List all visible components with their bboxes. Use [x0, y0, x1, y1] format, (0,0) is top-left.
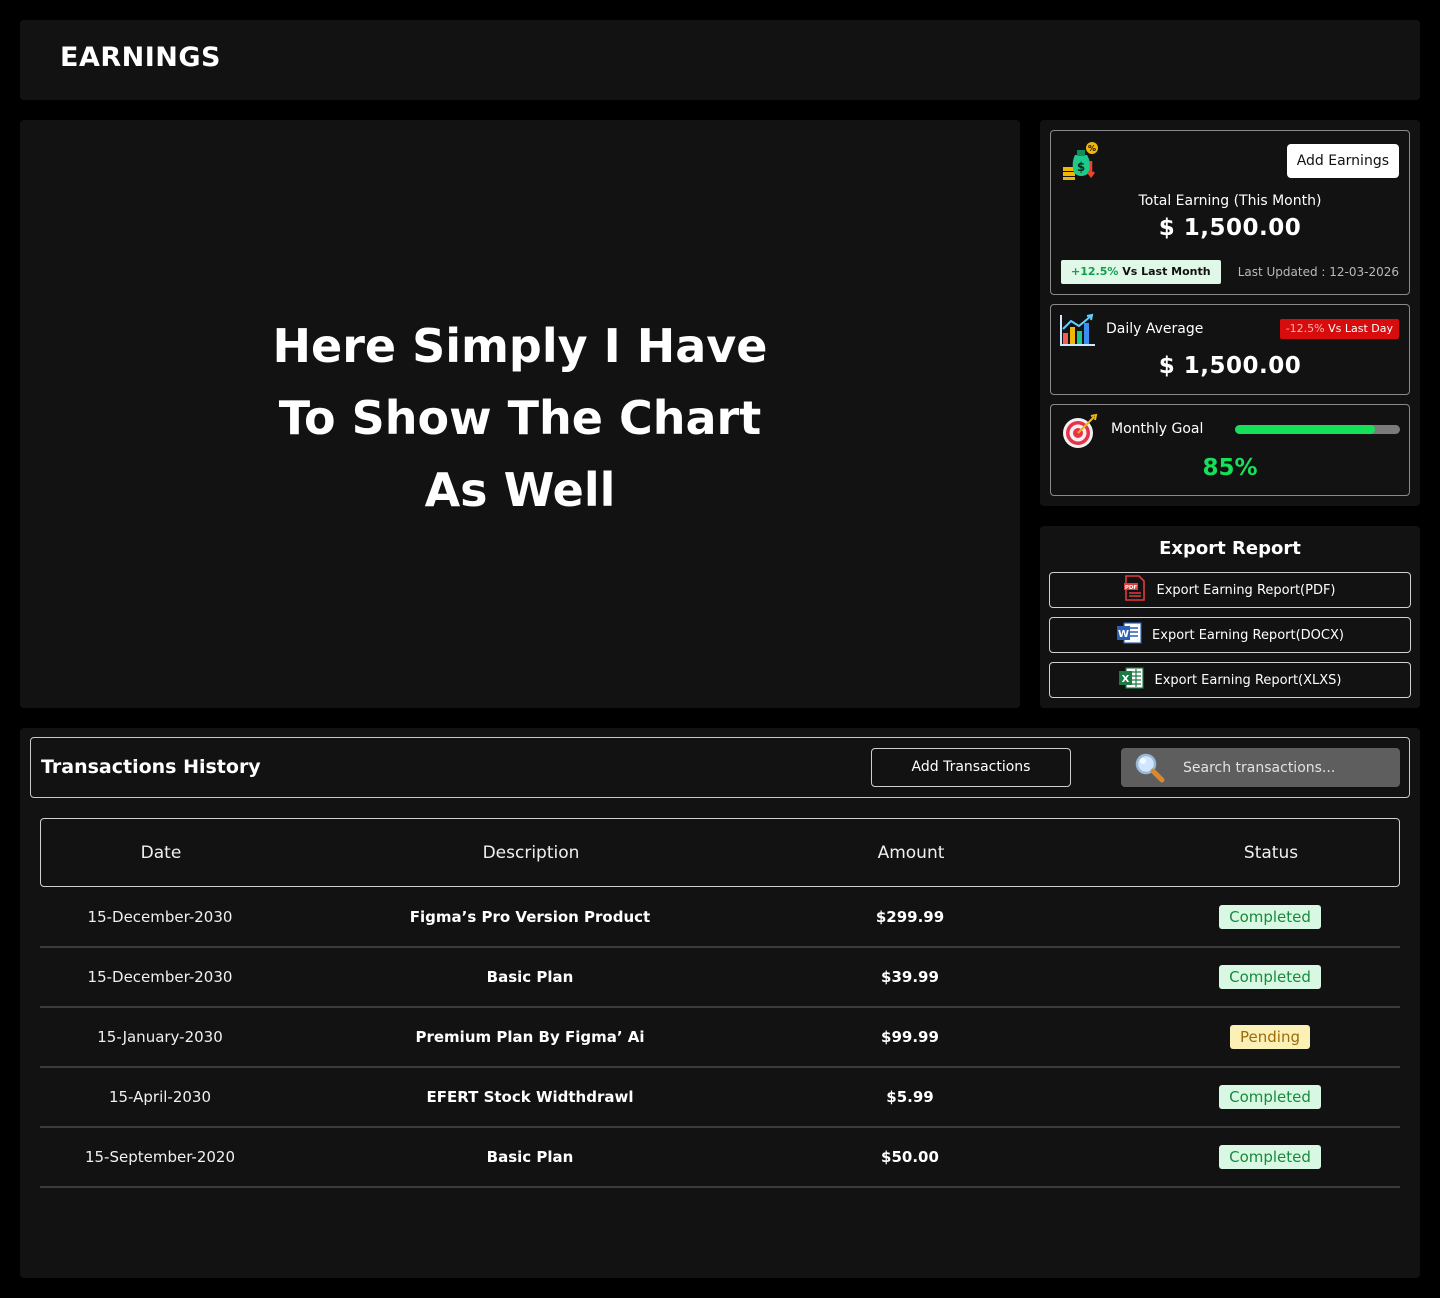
chart-placeholder-text: Here Simply I Have To Show The Chart As … [272, 319, 768, 517]
table-body: 15-December-2030 Figma’s Pro Version Pro… [40, 888, 1400, 1188]
transactions-title: Transactions History [41, 756, 261, 778]
goal-progress-bar [1235, 425, 1400, 434]
page-title: EARNINGS [60, 42, 221, 73]
row-description: EFERT Stock Widthdrawl [426, 1088, 634, 1106]
table-row[interactable]: 15-December-2030 Figma’s Pro Version Pro… [40, 888, 1400, 948]
column-header-status[interactable]: Status [1171, 819, 1371, 886]
svg-text:$: $ [1077, 160, 1085, 174]
export-xlsx-button[interactable]: X Export Earning Report(XLXS) [1049, 662, 1411, 698]
export-xlsx-label: Export Earning Report(XLXS) [1154, 672, 1342, 688]
search-box[interactable] [1121, 748, 1400, 787]
add-earnings-button[interactable]: Add Earnings [1286, 144, 1399, 178]
column-header-date[interactable]: Date [41, 819, 281, 886]
row-amount: $5.99 [886, 1088, 934, 1106]
pdf-icon: PDF [1124, 575, 1146, 605]
excel-icon: X [1118, 666, 1145, 694]
row-date: 15-December-2030 [87, 968, 233, 986]
table-row[interactable]: 15-December-2030 Basic Plan $39.99 Compl… [40, 948, 1400, 1008]
last-updated-text: Last Updated : 12-03-2026 [1237, 265, 1399, 279]
row-date: 15-April-2030 [108, 1088, 212, 1106]
bar-chart-icon [1059, 313, 1097, 351]
header-bar: EARNINGS [20, 20, 1420, 100]
total-earning-amount: $ 1,500.00 [1158, 215, 1302, 241]
row-description: Basic Plan [486, 968, 574, 986]
stats-panel: $ % Add Earnings Total Earning (This Mon… [1040, 120, 1420, 506]
change-percent: -12.5% [1285, 322, 1325, 335]
search-icon[interactable] [1133, 752, 1167, 788]
status-badge: Completed [1219, 965, 1321, 989]
monthly-goal-label: Monthly Goal [1111, 421, 1204, 437]
goal-percent: 85% [1202, 455, 1258, 481]
export-pdf-button[interactable]: PDF Export Earning Report(PDF) [1049, 572, 1411, 608]
export-report-title: Export Report [1159, 538, 1301, 559]
svg-text:%: % [1088, 144, 1096, 153]
row-status-cell: Completed [1170, 1068, 1370, 1126]
row-description: Premium Plan By Figma’ Ai [415, 1028, 645, 1046]
status-badge: Completed [1219, 1085, 1321, 1109]
daily-average-label: Daily Average [1106, 321, 1204, 337]
column-header-amount[interactable]: Amount [811, 819, 1011, 886]
change-label: Vs Last Day [1324, 322, 1393, 335]
daily-average-card: Daily Average -12.5% Vs Last Day $ 1,500… [1050, 304, 1410, 395]
row-status-cell: Completed [1170, 1128, 1370, 1186]
row-description: Figma’s Pro Version Product [409, 908, 651, 926]
goal-progress-fill [1235, 425, 1376, 434]
chart-area: Here Simply I Have To Show The Chart As … [20, 120, 1020, 708]
table-header: Date Description Amount Status [40, 818, 1400, 887]
row-amount: $50.00 [881, 1148, 939, 1166]
export-docx-label: Export Earning Report(DOCX) [1152, 627, 1344, 643]
add-transactions-button[interactable]: Add Transactions [871, 748, 1071, 787]
target-icon [1061, 413, 1099, 453]
row-status-cell: Completed [1170, 948, 1370, 1006]
word-icon: W [1116, 621, 1142, 649]
change-percent: +12.5% [1071, 265, 1119, 278]
row-amount: $39.99 [881, 968, 939, 986]
status-badge: Completed [1219, 1145, 1321, 1169]
daily-average-amount: $ 1,500.00 [1158, 353, 1302, 379]
status-badge: Pending [1230, 1025, 1310, 1049]
row-date: 15-January-2030 [97, 1028, 223, 1046]
row-amount: $99.99 [881, 1028, 939, 1046]
monthly-goal-card: Monthly Goal 85% [1050, 404, 1410, 496]
svg-text:W: W [1118, 629, 1129, 640]
svg-text:X: X [1122, 674, 1130, 685]
status-badge: Completed [1219, 905, 1321, 929]
export-docx-button[interactable]: W Export Earning Report(DOCX) [1049, 617, 1411, 653]
row-status-cell: Pending [1170, 1008, 1370, 1066]
row-amount: $299.99 [875, 908, 945, 926]
vs-last-day-badge: -12.5% Vs Last Day [1279, 319, 1399, 339]
svg-text:PDF: PDF [1125, 585, 1138, 591]
transactions-panel: Transactions History Add Transactions Da… [20, 728, 1420, 1278]
table-row[interactable]: 15-January-2030 Premium Plan By Figma’ A… [40, 1008, 1400, 1068]
change-label: Vs Last Month [1118, 265, 1211, 278]
row-description: Basic Plan [486, 1148, 574, 1166]
row-date: 15-December-2030 [87, 908, 233, 926]
row-status-cell: Completed [1170, 888, 1370, 946]
vs-last-month-badge: +12.5% Vs Last Month [1061, 260, 1221, 284]
export-pdf-label: Export Earning Report(PDF) [1156, 582, 1336, 598]
total-earning-label: Total Earning (This Month) [1138, 193, 1322, 209]
total-earning-card: $ % Add Earnings Total Earning (This Mon… [1050, 130, 1410, 295]
export-report-panel: Export Report PDF Export Earning Report(… [1040, 526, 1420, 708]
row-date: 15-September-2020 [84, 1148, 236, 1166]
money-bag-icon: $ % [1061, 141, 1101, 185]
table-row[interactable]: 15-September-2020 Basic Plan $50.00 Comp… [40, 1128, 1400, 1188]
transactions-toolbar: Transactions History Add Transactions [30, 737, 1410, 798]
search-input[interactable] [1183, 748, 1393, 787]
column-header-description[interactable]: Description [341, 819, 721, 886]
table-row[interactable]: 15-April-2030 EFERT Stock Widthdrawl $5.… [40, 1068, 1400, 1128]
